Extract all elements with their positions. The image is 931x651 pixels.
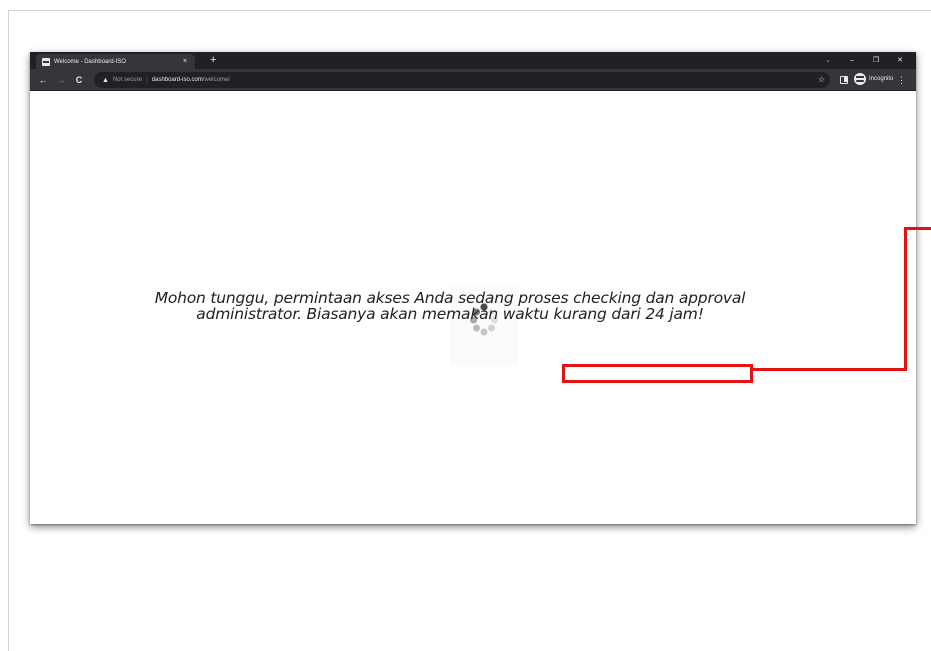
maximize-button[interactable]: ❐ (864, 52, 888, 69)
close-window-button[interactable]: ✕ (888, 52, 912, 69)
annotation-highlight-box (562, 364, 753, 383)
tab-close-icon[interactable]: × (181, 58, 189, 65)
tab-welcome[interactable]: Welcome - Dashboard-ISO × (36, 54, 195, 69)
favicon-icon (42, 57, 50, 66)
url-host[interactable]: dashboard-iso.com (152, 77, 203, 83)
url-path[interactable]: /welcome/ (203, 77, 230, 83)
incognito-icon (854, 73, 866, 85)
side-panel-icon[interactable] (840, 76, 848, 84)
message-line-1: Mohon tunggu, permintaan akses Anda seda… (154, 289, 746, 307)
warning-icon[interactable]: ▲ (102, 77, 109, 84)
browser-toolbar: ← → C ▲ Not secure | dashboard-iso.com /… (30, 69, 916, 91)
window-controls: ⌄ – ❐ ✕ (816, 52, 912, 69)
forward-button[interactable]: → (54, 72, 68, 88)
annotation-connector-top (904, 227, 931, 230)
annotation-connector-horizontal (753, 368, 907, 371)
browser-window: Welcome - Dashboard-ISO × + ⌄ – ❐ ✕ ← → … (30, 52, 916, 524)
reload-button[interactable]: C (72, 72, 86, 88)
waiting-message: Mohon tunggu, permintaan akses Anda seda… (100, 290, 800, 322)
message-line-2: administrator. Biasanya akan memakan wak… (196, 305, 704, 323)
menu-icon[interactable]: ⋮ (897, 72, 906, 88)
security-label[interactable]: Not secure (113, 77, 142, 83)
minimize-button[interactable]: – (840, 52, 864, 69)
address-bar[interactable]: ▲ Not secure | dashboard-iso.com /welcom… (94, 72, 830, 88)
new-tab-button[interactable]: + (210, 53, 216, 67)
url-separator: | (145, 76, 148, 84)
incognito-label: Incognito (869, 76, 894, 82)
tab-title: Welcome - Dashboard-ISO (54, 58, 126, 65)
bookmark-star-icon[interactable]: ☆ (818, 72, 825, 88)
tab-strip: Welcome - Dashboard-ISO × + ⌄ – ❐ ✕ (30, 52, 916, 69)
back-button[interactable]: ← (36, 72, 50, 88)
tab-search-icon[interactable]: ⌄ (816, 52, 840, 69)
incognito-indicator[interactable]: Incognito (854, 73, 893, 85)
annotation-connector-vertical (904, 227, 907, 371)
